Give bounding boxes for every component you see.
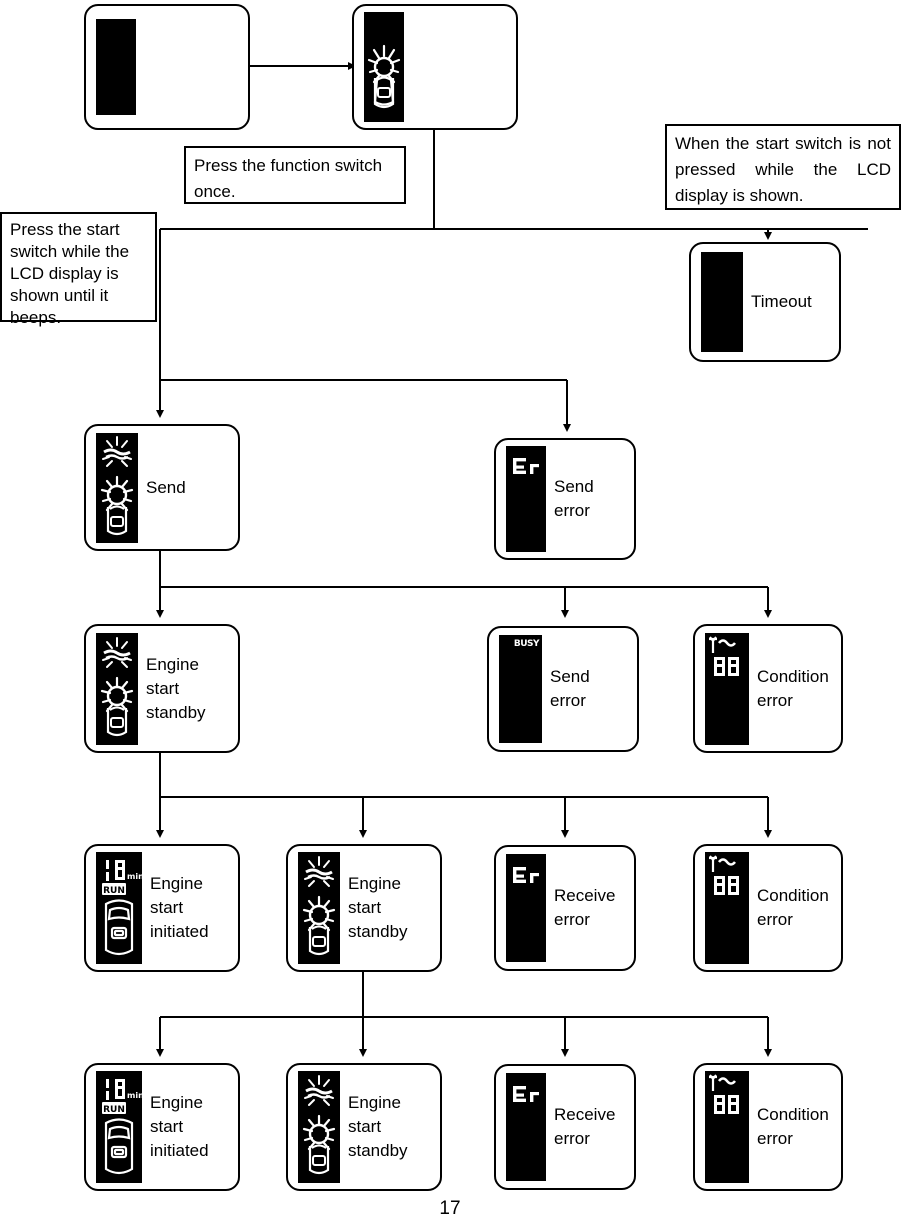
er-digits-icon [513, 867, 539, 883]
node-send-error-er-label: Send error [554, 477, 594, 520]
node-timeout[interactable]: Timeout [689, 242, 841, 362]
lcd-run-10min-car-1: min RUN [96, 852, 142, 964]
lcd-car-burst [364, 12, 404, 122]
svg-text:min: min [127, 872, 142, 881]
lcd-antenna-88-cond1 [705, 632, 749, 745]
lcd-signal-car-burst-standby3 [298, 1071, 340, 1183]
node-receive-error-1[interactable]: Receive error [494, 845, 636, 971]
node-condition-error-1-label: Condition error [757, 666, 829, 710]
svg-text:BUSY: BUSY [514, 639, 540, 649]
busy-indicator-icon: BUSY [514, 639, 541, 649]
node-engine-start-initiated-2-label: Engine start initiated [150, 1093, 209, 1160]
lcd-signal-car-burst-send [96, 432, 138, 543]
node-engine-start-standby-3-label: Engine start standby [348, 1093, 408, 1160]
flowchart-page: Press the function switch once. When the… [0, 0, 901, 1229]
antenna-88-icon [709, 635, 739, 676]
note-start-switch: Press the start switch while the LCD dis… [0, 212, 157, 327]
node-lcd-shown[interactable] [352, 4, 518, 130]
lcd-antenna-88-cond3 [705, 1071, 749, 1183]
note-timeout-condition-text: When the start switch is not pressed whi… [675, 134, 891, 205]
lcd-busy-send-error: BUSY [499, 635, 542, 743]
car-burst-icon [367, 44, 401, 109]
lcd-signal-car-burst-standby2 [298, 852, 340, 964]
node-send-label: Send [146, 477, 186, 497]
note-timeout-condition: When the start switch is not pressed whi… [665, 124, 901, 210]
signal-car-burst-icon [100, 636, 134, 736]
node-send[interactable]: Send [84, 424, 240, 551]
lcd-run-10min-car-2: min RUN [96, 1071, 142, 1183]
node-engine-start-standby-2[interactable]: Engine start standby [286, 844, 442, 972]
node-timeout-label: Timeout [751, 292, 812, 311]
note-start-switch-text: Press the start switch while the LCD dis… [10, 220, 130, 327]
page-number: 17 [439, 1198, 461, 1219]
node-condition-error-2-label: Condition error [757, 886, 829, 929]
node-condition-error-3[interactable]: Condition error [693, 1063, 843, 1191]
note-function-switch: Press the function switch once. [184, 146, 406, 204]
node-condition-error-1[interactable]: Condition error [693, 624, 843, 753]
signal-car-burst-icon [100, 435, 134, 535]
lcd-signal-car-burst-standby1 [96, 632, 138, 745]
lcd-er-receive-error-2 [506, 1073, 546, 1181]
node-receive-error-2[interactable]: Receive error [494, 1064, 636, 1190]
er-digits-icon [513, 458, 539, 474]
node-engine-start-standby-3[interactable]: Engine start standby [286, 1063, 442, 1191]
svg-text:RUN: RUN [103, 1105, 125, 1115]
node-engine-start-initiated-2[interactable]: min RUN Engine start initiated [84, 1063, 240, 1191]
node-engine-start-standby-2-label: Engine start standby [348, 874, 408, 941]
node-condition-error-3-label: Condition error [757, 1105, 829, 1148]
lcd-er-receive-error-1 [506, 854, 546, 962]
lcd-er-send-error [506, 446, 546, 552]
svg-text:RUN: RUN [103, 886, 125, 896]
node-send-error-busy[interactable]: BUSY Send error [487, 626, 639, 752]
lcd-blank-timeout [701, 252, 743, 352]
lcd-blank-idle [96, 19, 136, 115]
run-10min-car-icon: min RUN [102, 1079, 142, 1175]
node-idle[interactable] [84, 4, 250, 130]
node-engine-start-initiated-1[interactable]: min RUN Engine start initiated [84, 844, 240, 972]
antenna-88-icon [709, 855, 739, 895]
antenna-88-icon [709, 1074, 739, 1114]
svg-text:min: min [127, 1091, 142, 1100]
lcd-antenna-88-cond2 [705, 852, 749, 964]
note-function-switch-text: Press the function switch once. [194, 156, 383, 201]
node-condition-error-2[interactable]: Condition error [693, 844, 843, 972]
node-engine-start-standby-1[interactable]: Engine start standby [84, 624, 240, 753]
node-send-error-er[interactable]: Send error [494, 438, 636, 560]
node-receive-error-2-label: Receive error [554, 1105, 616, 1148]
signal-car-burst-icon [302, 856, 336, 956]
er-digits-icon [513, 1086, 539, 1102]
node-engine-start-standby-1-label: Engine start standby [146, 654, 206, 722]
signal-car-burst-icon [302, 1075, 336, 1175]
run-10min-car-icon: min RUN [102, 860, 142, 956]
node-engine-start-initiated-1-label: Engine start initiated [150, 874, 209, 941]
node-receive-error-1-label: Receive error [554, 886, 616, 929]
node-send-error-busy-label: Send error [550, 667, 590, 710]
